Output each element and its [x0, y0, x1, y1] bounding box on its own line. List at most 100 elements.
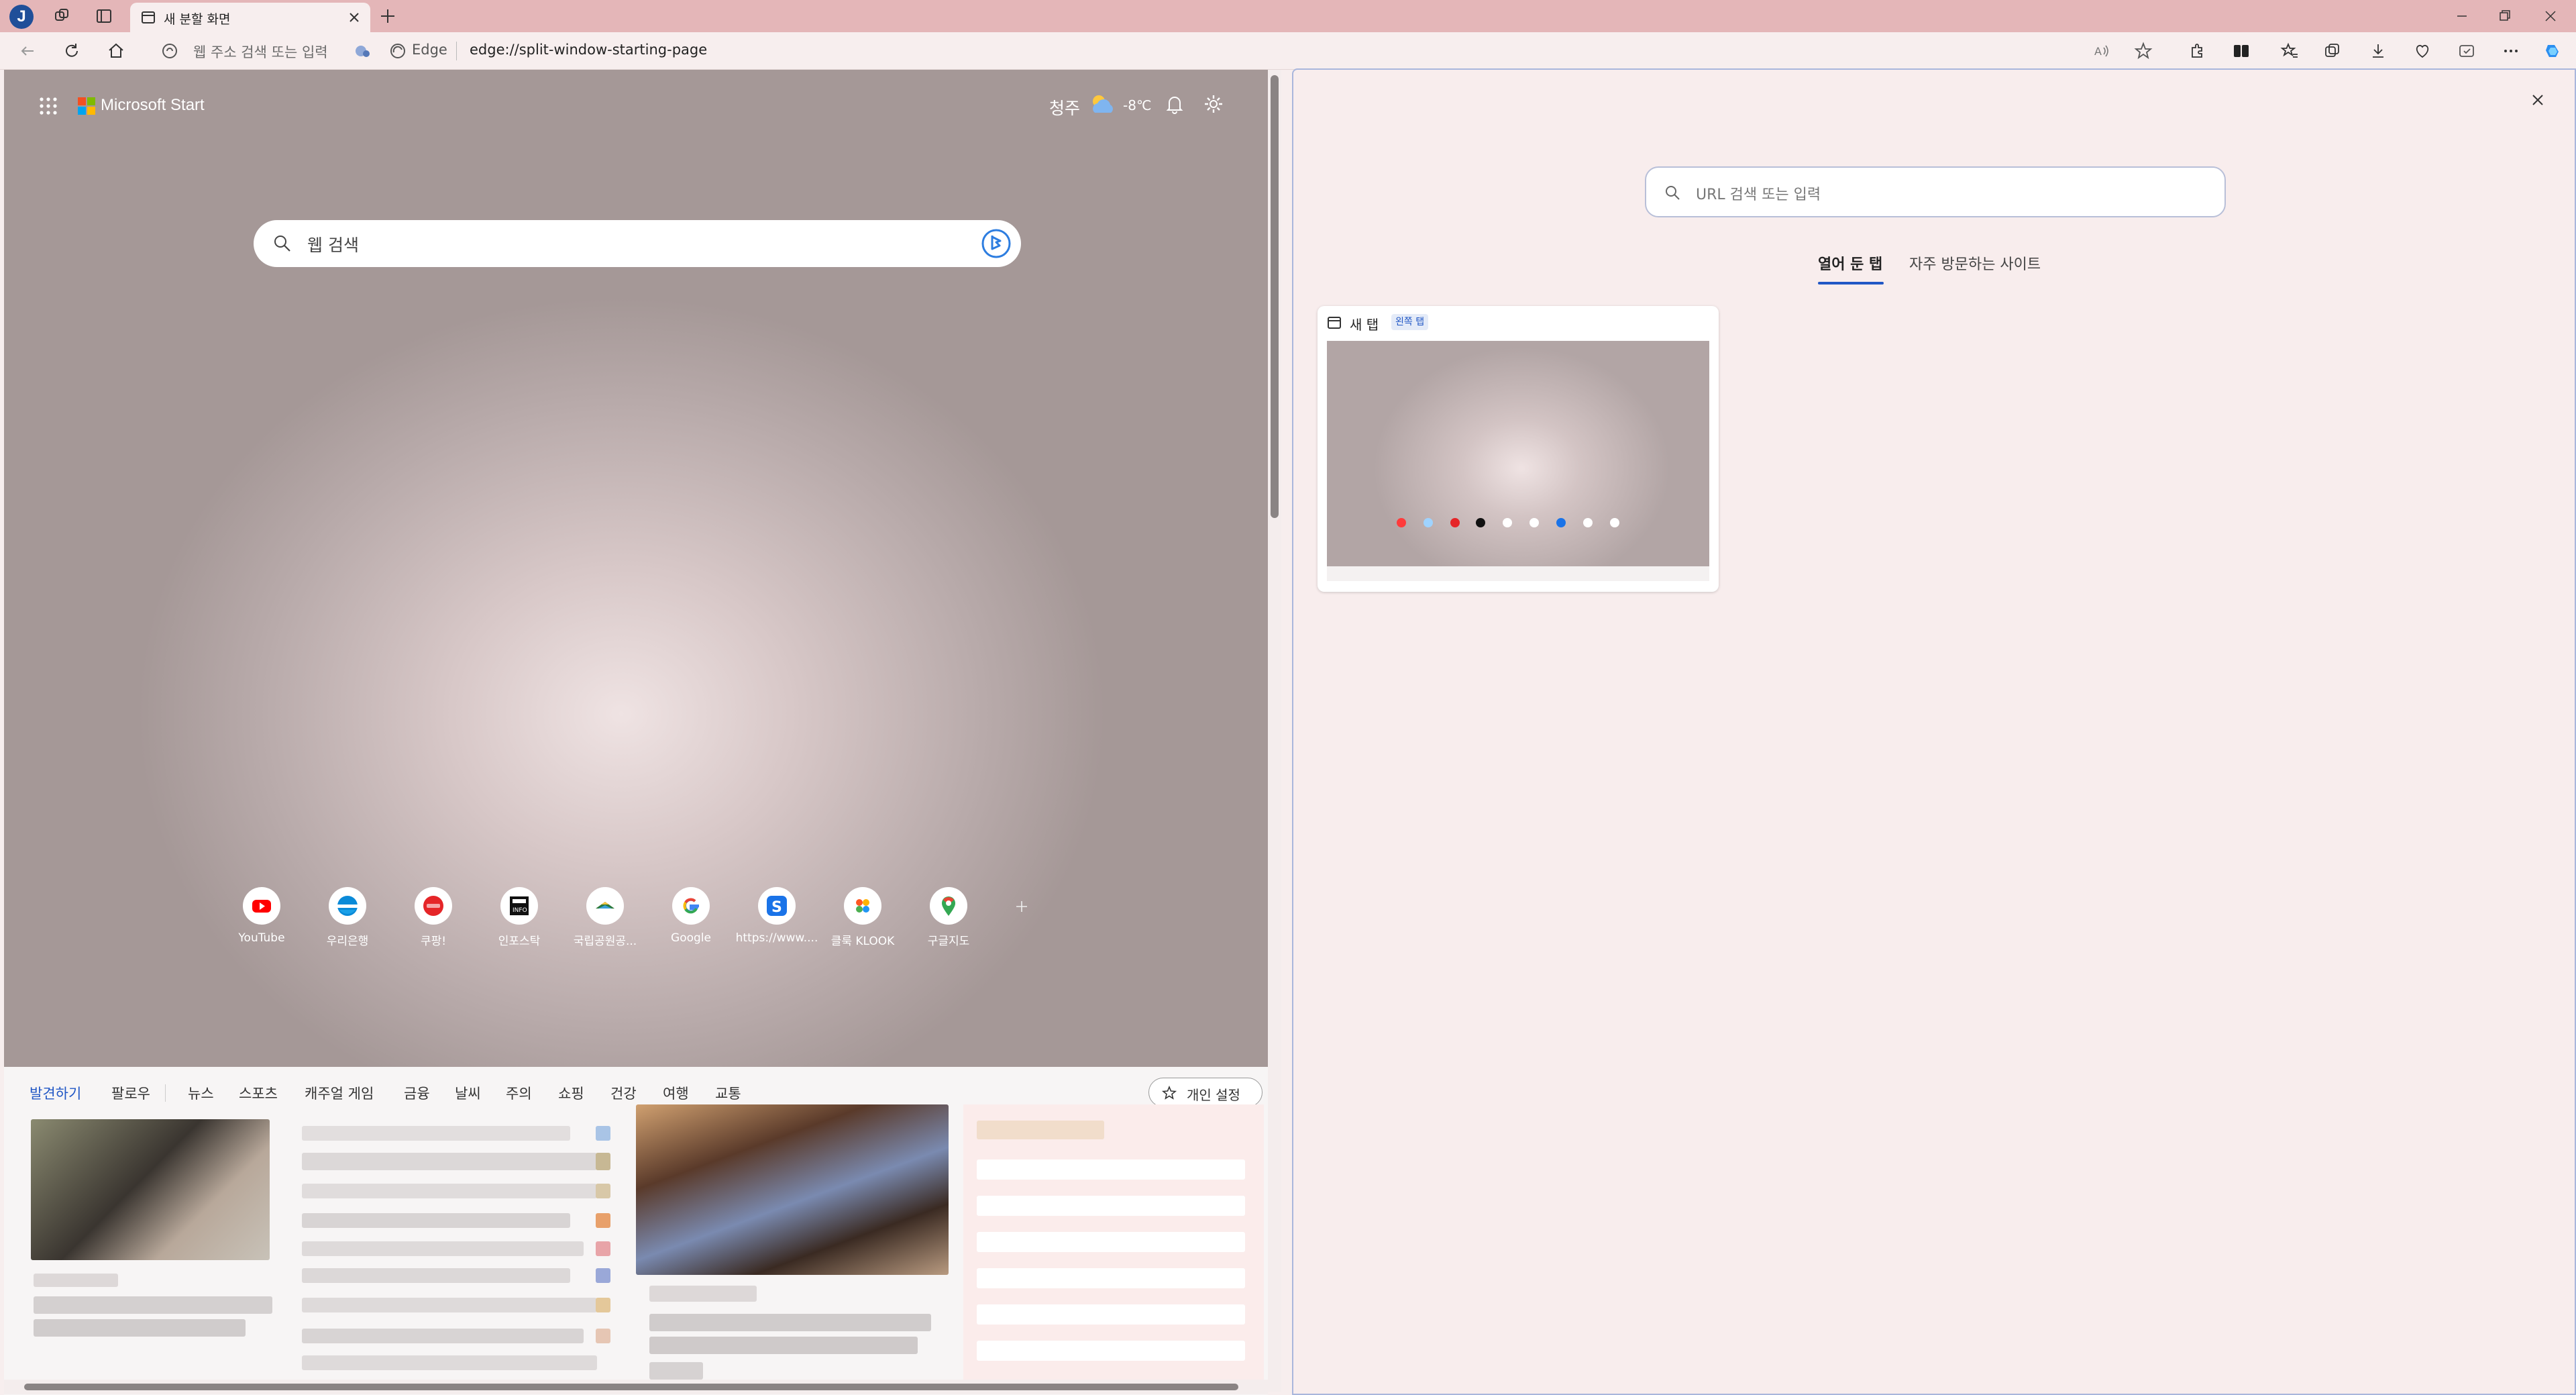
open-tab-title: 새 탭 [1350, 317, 1379, 333]
tab-open-tabs[interactable]: 열어 둔 탭 [1818, 252, 1882, 274]
tab-actions-icon[interactable] [95, 7, 113, 25]
favorites-icon[interactable] [2279, 41, 2300, 61]
nav-finance[interactable]: 금융 [404, 1083, 430, 1103]
add-quick-link-icon[interactable] [1012, 896, 1032, 917]
pane-tabs: 열어 둔 탭 자주 방문하는 사이트 [1818, 252, 2086, 286]
infostock-icon: INFO [510, 896, 529, 915]
quick-link-infostock[interactable]: INFO 인포스탁 [476, 887, 562, 961]
left-tab-badge: 왼쪽 탭 [1391, 314, 1429, 330]
more-options-icon[interactable] [2501, 41, 2521, 61]
performance-icon[interactable] [2412, 41, 2432, 61]
profile-avatar[interactable]: J [9, 5, 34, 29]
edge-label: Edge [412, 42, 447, 58]
quick-link-s-site[interactable]: S https://www.... [734, 887, 820, 961]
quick-link-google[interactable]: Google [648, 887, 734, 961]
tab-page-icon [1328, 317, 1341, 329]
news-card[interactable] [15, 1114, 272, 1389]
close-split-pane-icon[interactable] [2528, 90, 2548, 110]
refresh-icon[interactable] [62, 41, 82, 61]
quick-link-coupang[interactable]: 쿠팡! [390, 887, 476, 961]
nav-travel[interactable]: 여행 [663, 1083, 689, 1103]
tab-frequent-sites[interactable]: 자주 방문하는 사이트 [1909, 252, 2041, 274]
open-tab-card[interactable]: 새 탭 왼쪽 탭 [1318, 306, 1719, 592]
news-card[interactable] [636, 1104, 949, 1389]
nav-news[interactable]: 뉴스 [188, 1083, 214, 1103]
trending-card[interactable] [963, 1104, 1264, 1389]
left-pane-vertical-scrollbar[interactable] [1268, 70, 1281, 1392]
weather-temp: -8℃ [1123, 97, 1152, 113]
notification-bell-icon[interactable] [1163, 93, 1186, 115]
quick-link-woori-bank[interactable]: 우리은행 [305, 887, 390, 961]
close-window-icon[interactable] [2541, 7, 2560, 25]
nav-shopping[interactable]: 쇼핑 [558, 1083, 584, 1103]
nav-follow[interactable]: 팔로우 [111, 1083, 150, 1103]
quick-link-klook[interactable]: 클룩 KLOOK [820, 887, 906, 961]
bing-chat-icon[interactable] [979, 227, 1013, 260]
back-icon[interactable] [17, 41, 38, 61]
feed-nav: 발견하기 팔로우 뉴스 스포츠 캐주얼 게임 금융 날씨 주의 쇼핑 건강 여행… [16, 1078, 1264, 1107]
address-toolbar: 웹 주소 검색 또는 입력 Edge edge://split-window-s… [0, 32, 2576, 70]
screenshot-icon[interactable] [2457, 41, 2477, 61]
edge-refresh-icon[interactable] [160, 41, 180, 61]
workspaces-icon[interactable] [54, 7, 71, 25]
url-search-box[interactable]: URL 검색 또는 입력 [1645, 166, 2226, 217]
quick-link-label: YouTube [238, 931, 285, 945]
quick-link-national-park[interactable]: 국립공원공... [562, 887, 648, 961]
weather-city: 청주 [1049, 99, 1081, 118]
web-search-box[interactable]: 웹 검색 [254, 220, 1021, 267]
left-pane-horizontal-scrollbar[interactable] [4, 1380, 1268, 1394]
title-bar: J 새 분할 화면 [0, 0, 2576, 32]
quick-link-label: 국립공원공... [573, 935, 637, 948]
news-card-source [34, 1274, 118, 1287]
preview-feed-strip [1327, 566, 1709, 581]
news-list-card[interactable] [288, 1114, 617, 1389]
favorite-star-icon[interactable] [2133, 41, 2153, 61]
quick-link-label: 인포스탁 [498, 935, 541, 948]
split-screen-toggle-icon[interactable] [2231, 41, 2251, 61]
personalize-label: 개인 설정 [1187, 1087, 1240, 1103]
microsoft-start-label[interactable]: Microsoft Start [101, 96, 205, 115]
copilot-icon[interactable] [2542, 41, 2563, 61]
nav-traffic[interactable]: 교통 [715, 1083, 741, 1103]
news-card-image [31, 1119, 270, 1260]
close-tab-icon[interactable] [346, 9, 362, 25]
tab-title: 새 분할 화면 [164, 12, 231, 27]
quick-link-google-maps[interactable]: 구글지도 [906, 887, 991, 961]
url-text[interactable]: edge://split-window-starting-page [470, 42, 707, 58]
nav-casual-games[interactable]: 캐주얼 게임 [305, 1083, 374, 1103]
preview-tile-dot [1610, 518, 1619, 527]
klook-icon [856, 899, 869, 913]
search-icon [274, 236, 290, 252]
scrollbar-thumb[interactable] [1271, 75, 1279, 518]
nav-health[interactable]: 건강 [610, 1083, 637, 1103]
scrollbar-thumb[interactable] [24, 1384, 1238, 1390]
restore-icon[interactable] [2496, 7, 2514, 25]
svg-text:S: S [771, 899, 782, 916]
collections-icon[interactable] [2322, 41, 2343, 61]
quick-link-youtube[interactable]: YouTube [219, 887, 305, 961]
personalize-button[interactable]: 개인 설정 [1148, 1078, 1263, 1107]
address-hint[interactable]: 웹 주소 검색 또는 입력 [193, 42, 328, 62]
settings-gear-icon[interactable] [1202, 93, 1225, 115]
web-search-placeholder: 웹 검색 [307, 236, 359, 255]
active-tab-indicator [1818, 282, 1884, 285]
new-tab-icon[interactable] [377, 5, 398, 27]
apps-grid-icon[interactable] [39, 97, 58, 115]
extensions-icon[interactable] [2187, 41, 2207, 61]
google-icon [683, 898, 699, 914]
quick-link-label: Google [671, 931, 711, 945]
microsoft-logo-icon[interactable] [78, 97, 95, 115]
site-info-icon[interactable] [353, 41, 373, 61]
minimize-icon[interactable] [2453, 7, 2471, 25]
quick-links: YouTube 우리은행 쿠팡! INFO 인포스탁 국립공원공... Goog… [219, 887, 1091, 961]
downloads-icon[interactable] [2368, 41, 2388, 61]
tab-new-split-screen[interactable]: 새 분할 화면 [130, 3, 370, 32]
nav-discover[interactable]: 발견하기 [30, 1083, 81, 1103]
personalize-star-icon [1161, 1085, 1177, 1100]
nav-caution[interactable]: 주의 [506, 1083, 532, 1103]
home-icon[interactable] [106, 41, 126, 61]
preview-tile-dot [1397, 518, 1406, 527]
nav-weather[interactable]: 날씨 [455, 1083, 481, 1103]
nav-sports[interactable]: 스포츠 [239, 1083, 278, 1103]
read-aloud-icon[interactable]: A [2092, 41, 2112, 61]
